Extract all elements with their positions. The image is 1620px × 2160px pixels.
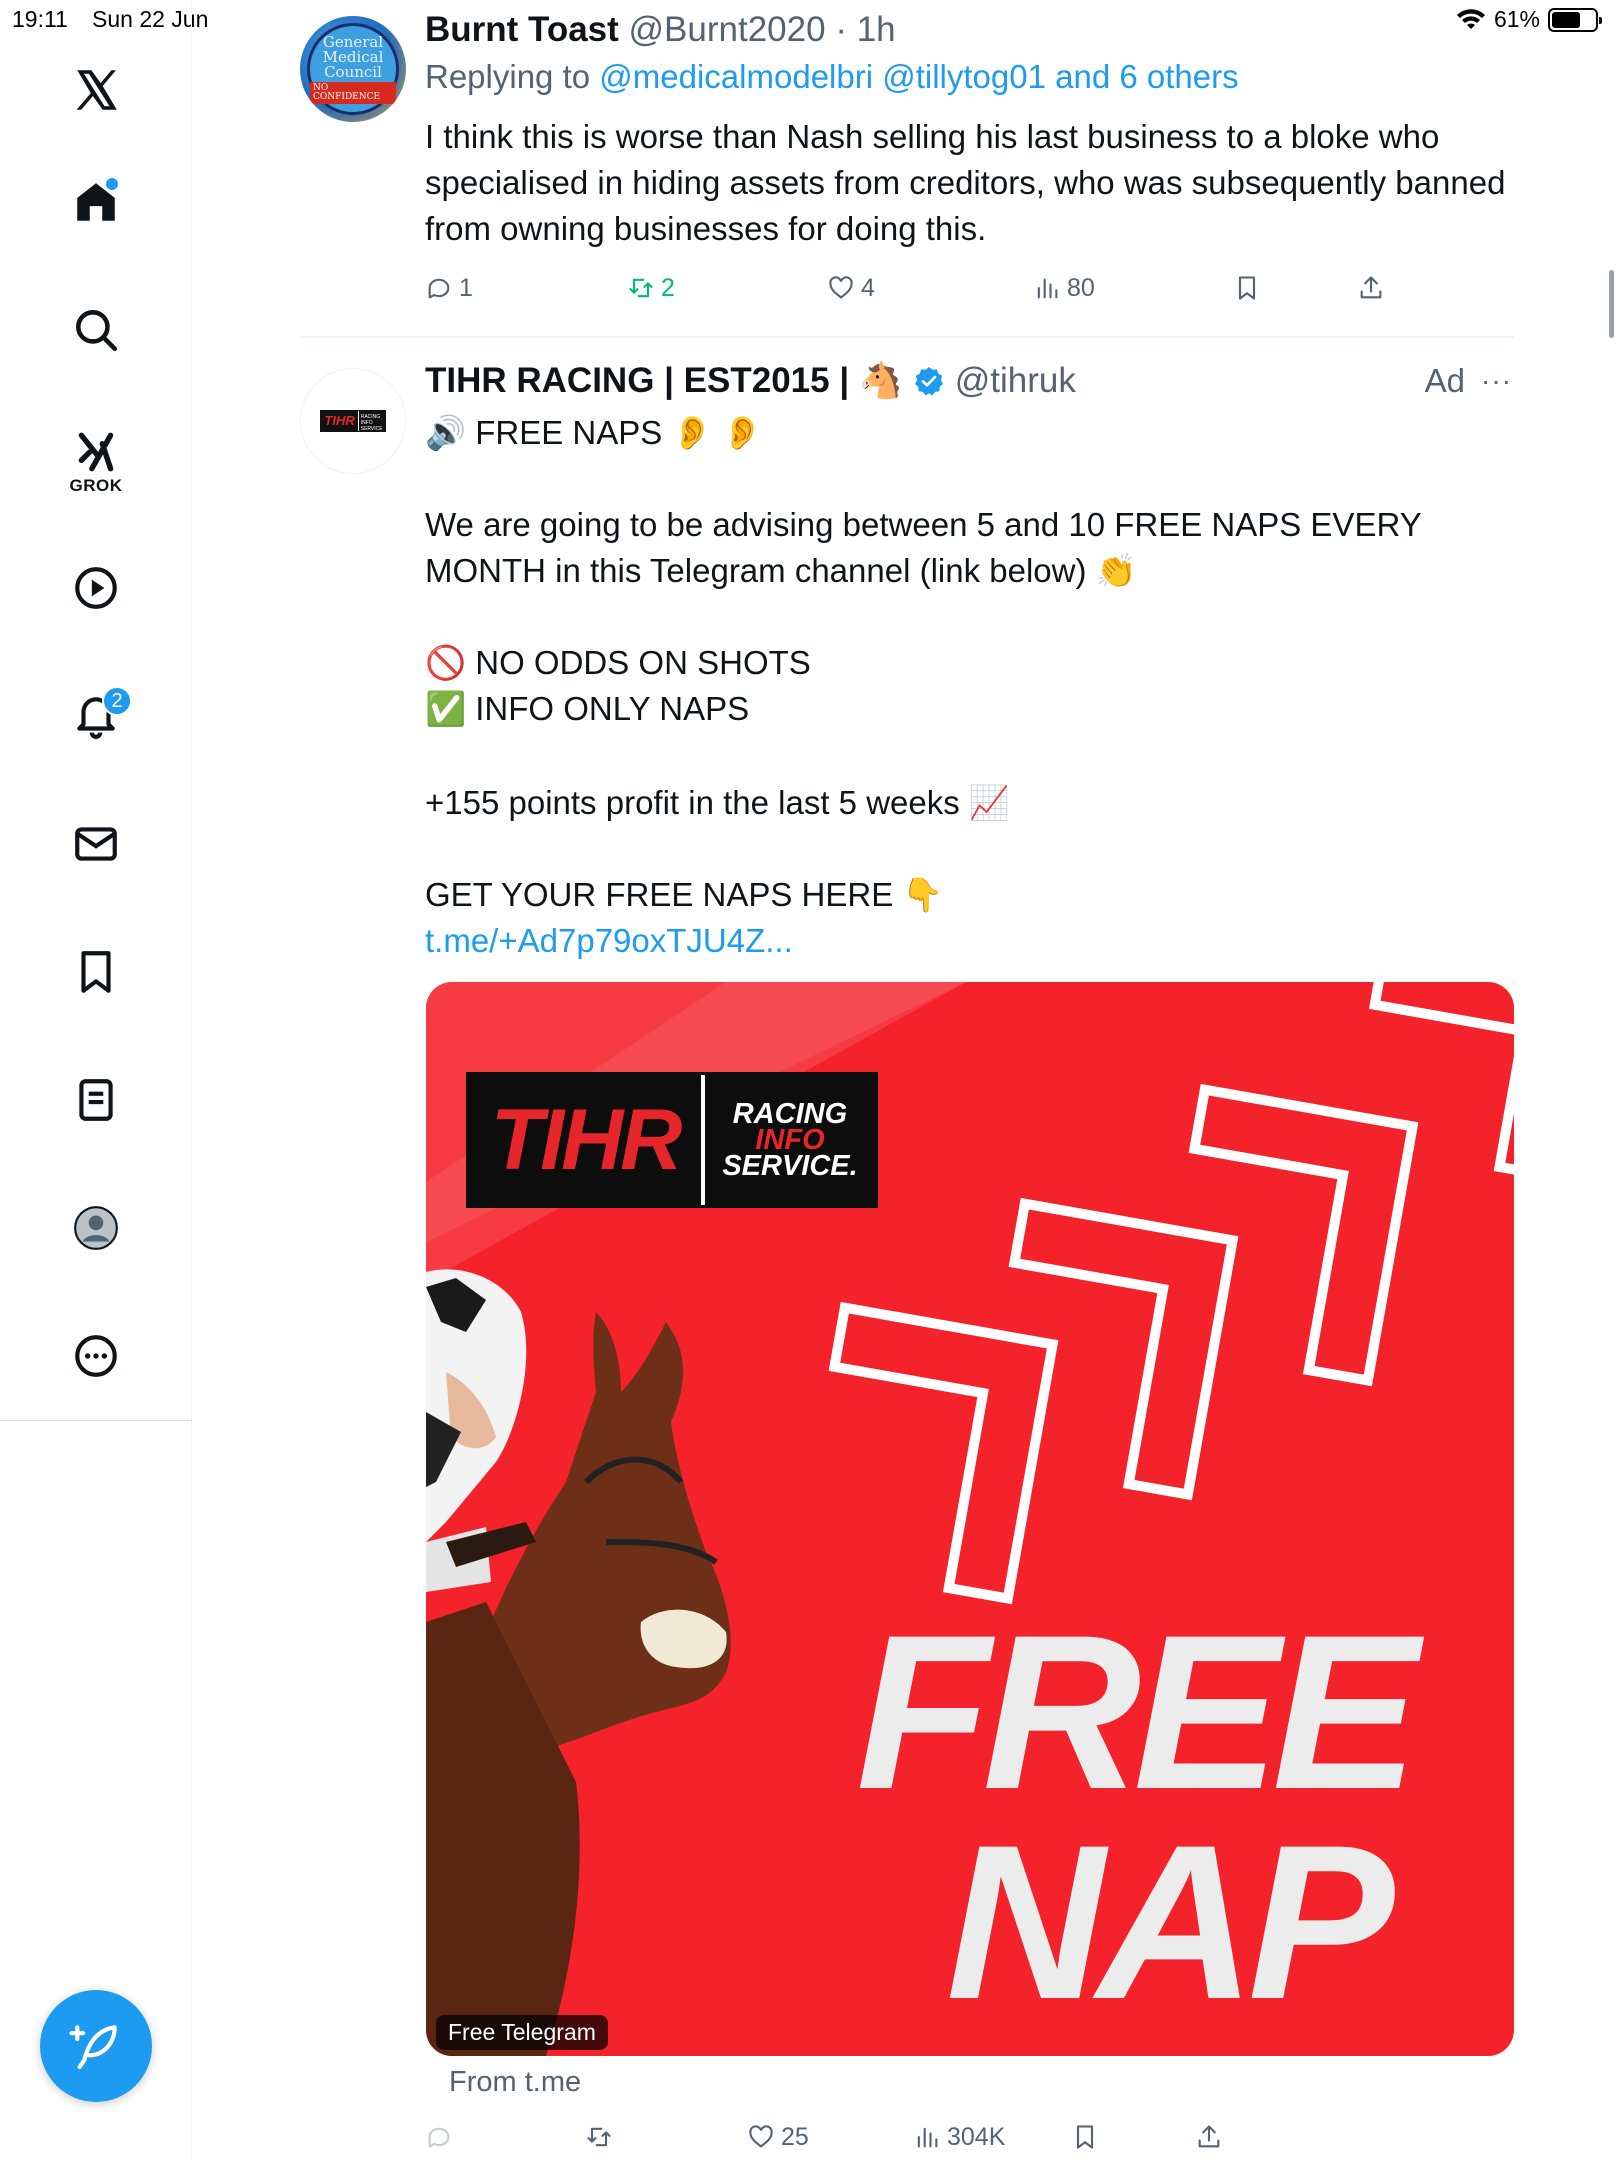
tweet1-header: Burnt Toast @Burnt2020 · 1h xyxy=(425,10,896,50)
reply-button[interactable]: 1 xyxy=(425,268,473,308)
ad-line-advising: We are going to be advising between 5 an… xyxy=(425,506,1422,589)
reply-icon xyxy=(428,278,450,299)
x-logo-icon[interactable] xyxy=(66,60,126,120)
views-count: 80 xyxy=(1067,273,1095,302)
repost-button[interactable] xyxy=(585,2117,619,2157)
status-right: 61% xyxy=(1456,6,1602,33)
horse-jockey-illustration xyxy=(426,1269,731,2056)
tweet1-text: I think this is worse than Nash selling … xyxy=(425,118,1506,247)
notifications-badge: 2 xyxy=(102,686,132,716)
mini-logo-sub: RACING INFO SERVICE xyxy=(357,411,385,432)
mini-logo-main: TIHR xyxy=(321,411,358,431)
messages-icon[interactable] xyxy=(66,814,126,874)
reply-icon xyxy=(428,2127,450,2148)
sidebar: GROK 2 xyxy=(0,0,192,2160)
tweet2-author-name[interactable]: TIHR RACING | EST2015 | xyxy=(425,361,849,401)
verified-badge-icon xyxy=(914,366,943,396)
ad-telegram-link[interactable]: t.me/+Ad7p79oxTJU4Z... xyxy=(425,918,1525,964)
ad-card-image[interactable]: TIHR RACING INFO SERVICE. FREE NAP Free … xyxy=(426,982,1514,2056)
battery-icon xyxy=(1548,7,1602,32)
tihr-logo: TIHR RACING INFO SERVICE. xyxy=(466,1072,878,1208)
card-source-badge: Free Telegram xyxy=(436,2015,608,2050)
ad-line-info-only: ✅ INFO ONLY NAPS xyxy=(425,690,750,727)
grok-icon[interactable] xyxy=(66,422,126,482)
views-icon xyxy=(1037,278,1058,299)
bookmark-icon xyxy=(1076,2125,1094,2149)
like-button[interactable]: 25 xyxy=(747,2117,809,2157)
search-icon[interactable] xyxy=(66,300,126,360)
bookmark-button[interactable] xyxy=(1071,2117,1099,2157)
tweet-divider xyxy=(300,336,1514,338)
logo-sub-text: RACING INFO SERVICE. xyxy=(705,1075,875,1205)
bookmark-icon xyxy=(1238,276,1256,300)
mini-sub-line: SERVICE xyxy=(360,426,383,432)
share-icon xyxy=(1360,276,1382,299)
ad-line-free-naps: 🔊 FREE NAPS 👂 👂 xyxy=(425,414,763,451)
tweet1-handle[interactable]: @Burnt2020 xyxy=(629,10,826,49)
tweet2-avatar[interactable]: TIHR RACING INFO SERVICE xyxy=(300,368,406,474)
repost-icon xyxy=(587,2127,611,2147)
heart-icon xyxy=(829,276,853,299)
share-icon xyxy=(1198,2125,1220,2148)
views-button[interactable]: 80 xyxy=(1033,268,1095,308)
share-button[interactable] xyxy=(1195,2117,1223,2157)
views-icon xyxy=(917,2127,938,2148)
like-count: 4 xyxy=(861,273,875,302)
ad-label: Ad xyxy=(1424,362,1466,399)
reply-mentions[interactable]: @medicalmodelbri @tillytog01 and 6 other… xyxy=(599,58,1238,95)
tweet2-actions: 25 304K xyxy=(425,2117,1445,2157)
home-icon[interactable] xyxy=(66,172,126,232)
horse-emoji: 🐴 xyxy=(859,361,903,400)
heart-icon xyxy=(749,2125,773,2148)
bookmarks-icon[interactable] xyxy=(66,942,126,1002)
home-notification-dot xyxy=(106,178,118,190)
reply-context: Replying to @medicalmodelbri @tillytog01… xyxy=(425,58,1239,96)
repost-button[interactable]: 2 xyxy=(627,268,675,308)
tweet1-time[interactable]: · 1h xyxy=(835,10,895,49)
profile-icon[interactable] xyxy=(66,1198,126,1258)
bookmark-button[interactable] xyxy=(1233,268,1261,308)
tweet1-actions: 1 2 4 80 xyxy=(425,268,1445,308)
ad-line-profit: +155 points profit in the last 5 weeks 📈 xyxy=(425,784,1010,821)
repost-icon xyxy=(629,278,653,298)
battery-percent: 61% xyxy=(1493,6,1540,32)
video-icon[interactable] xyxy=(66,558,126,618)
views-button[interactable]: 304K xyxy=(913,2117,1005,2157)
ad-line-get-naps: GET YOUR FREE NAPS HERE 👇 xyxy=(425,876,944,913)
logo-main-text: TIHR xyxy=(469,1075,705,1205)
reply-button[interactable] xyxy=(425,2117,453,2157)
logo-sub-service: SERVICE. xyxy=(722,1150,858,1182)
ad-label-group: Ad ··· xyxy=(1425,362,1512,400)
wifi-icon xyxy=(1456,8,1485,29)
notifications-icon[interactable]: 2 xyxy=(66,686,132,746)
like-count: 25 xyxy=(781,2122,809,2151)
more-icon[interactable] xyxy=(66,1326,126,1386)
seal-line: Council xyxy=(324,62,382,81)
tihr-mini-logo: TIHR RACING INFO SERVICE xyxy=(320,410,386,432)
tweet1-author-name[interactable]: Burnt Toast xyxy=(425,10,619,49)
tweet2-handle[interactable]: @tihruk xyxy=(955,361,1076,401)
card-headline-nap: NAP xyxy=(946,1799,1394,2045)
reply-prefix: Replying to xyxy=(425,58,591,95)
tweet1-avatar[interactable]: General Medical Council NO CONFIDENCE xyxy=(300,16,406,122)
compose-button[interactable] xyxy=(40,1990,152,2102)
seal-tag: NO CONFIDENCE xyxy=(310,81,396,104)
views-count: 304K xyxy=(947,2122,1006,2151)
ad-line-no-odds: 🚫 NO ODDS ON SHOTS xyxy=(425,644,811,681)
avatar-seal-image: General Medical Council NO CONFIDENCE xyxy=(307,23,399,115)
lists-icon[interactable] xyxy=(66,1070,126,1130)
like-button[interactable]: 4 xyxy=(827,268,875,308)
more-options-icon[interactable]: ··· xyxy=(1481,365,1512,397)
battery-fill xyxy=(1552,11,1581,28)
repost-count: 2 xyxy=(661,273,675,302)
sidebar-divider xyxy=(0,1420,192,1421)
grok-label: GROK xyxy=(69,476,123,495)
compose-icon xyxy=(69,2025,117,2070)
reply-count: 1 xyxy=(459,273,473,302)
share-button[interactable] xyxy=(1357,268,1385,308)
tweet2-header: TIHR RACING | EST2015 | 🐴 @tihruk xyxy=(425,360,1076,401)
card-headline-free: FREE xyxy=(856,1589,1419,1835)
scrollbar[interactable] xyxy=(1609,270,1614,338)
card-from-domain[interactable]: From t.me xyxy=(449,2066,581,2099)
